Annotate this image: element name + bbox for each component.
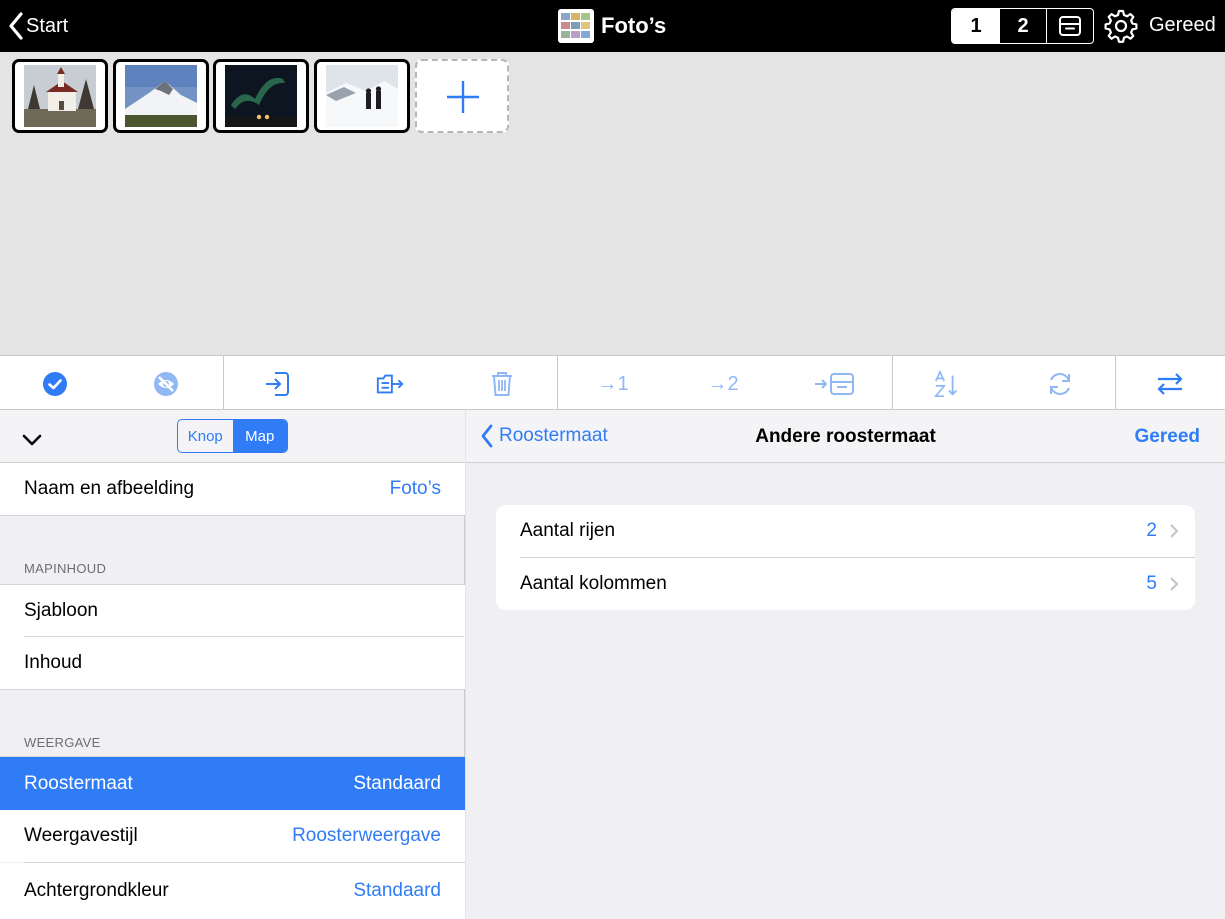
- photo-thumbnail[interactable]: [213, 59, 309, 133]
- template-label: Sjabloon: [24, 600, 98, 621]
- section-header-mapinhoud: MAPINHOUD: [24, 561, 107, 576]
- template-row[interactable]: Sjabloon: [0, 585, 465, 637]
- swap-icon: [1157, 373, 1183, 395]
- select-all-button[interactable]: [40, 369, 70, 399]
- display-style-label: Weergavestijl: [24, 825, 138, 846]
- move-to-archive-button[interactable]: [814, 369, 856, 399]
- settings-button[interactable]: [1102, 7, 1140, 45]
- mountain-image: [125, 65, 197, 127]
- archive-button[interactable]: [1047, 9, 1093, 43]
- folder-thumbnail-icon: [558, 9, 594, 43]
- edit-toolbar: →1 →2: [0, 355, 1225, 410]
- church-image: [24, 65, 96, 127]
- move-to-1-icon: →1: [597, 372, 629, 395]
- grid-size-card: Aantal rijen 2 Aantal kolommen 5: [496, 505, 1195, 610]
- delete-button[interactable]: [487, 369, 517, 399]
- type-segmented-control: Knop Map: [177, 419, 288, 453]
- detail-header: Roostermaat Andere roostermaat Gereed: [466, 410, 1225, 463]
- move-to-2-icon: →2: [707, 372, 739, 395]
- folder-title: Foto’s: [558, 9, 666, 43]
- export-button[interactable]: [375, 369, 405, 399]
- columns-value: 5: [1146, 573, 1157, 594]
- columns-row[interactable]: Aantal kolommen 5: [496, 558, 1195, 610]
- back-label: Start: [26, 14, 69, 37]
- import-button[interactable]: [262, 369, 292, 399]
- hide-icon: [154, 372, 178, 396]
- sort-button[interactable]: [932, 369, 962, 399]
- background-color-row[interactable]: Achtergrondkleur Standaard: [0, 863, 465, 919]
- page-2-button[interactable]: 2: [1000, 9, 1047, 43]
- settings-panel: Knop Map Naam en afbeelding Foto’s MAPIN…: [0, 410, 465, 919]
- page-title: Foto’s: [601, 13, 667, 38]
- content-row[interactable]: Inhoud: [0, 637, 465, 689]
- plus-icon: [447, 81, 479, 113]
- hide-button[interactable]: [151, 369, 181, 399]
- snow-walkers-image: [326, 65, 398, 127]
- check-circle-icon: [43, 372, 67, 396]
- refresh-button[interactable]: [1045, 369, 1075, 399]
- photo-thumbnail[interactable]: [12, 59, 108, 133]
- page-1-button[interactable]: 1: [952, 9, 1000, 43]
- grid-size-row[interactable]: Roostermaat Standaard: [0, 757, 465, 810]
- rows-label: Aantal rijen: [520, 520, 616, 541]
- chevron-left-icon: [9, 12, 23, 40]
- move-to-2-button[interactable]: →2: [705, 369, 741, 399]
- archive-icon: [1059, 16, 1081, 36]
- name-and-image-label: Naam en afbeelding: [24, 478, 195, 499]
- swap-button[interactable]: [1155, 369, 1185, 399]
- detail-panel: Roostermaat Andere roostermaat Gereed Aa…: [466, 410, 1225, 919]
- northern-lights-image: [225, 65, 297, 127]
- page-selector: 1 2: [951, 8, 1094, 44]
- refresh-icon: [1050, 373, 1070, 395]
- import-icon: [266, 372, 289, 396]
- chevron-right-icon: [1170, 524, 1179, 538]
- photo-thumbnail[interactable]: [113, 59, 209, 133]
- collapse-button[interactable]: [20, 428, 44, 452]
- background-color-value: Standaard: [353, 880, 441, 901]
- settings-header: Knop Map: [0, 410, 465, 463]
- back-button[interactable]: Start: [8, 10, 68, 42]
- sort-az-icon: [933, 369, 958, 398]
- chevron-down-icon: [22, 434, 42, 446]
- gear-icon: [1104, 9, 1138, 43]
- segment-map[interactable]: Map: [232, 420, 287, 452]
- display-style-value: Roosterweergave: [292, 825, 441, 846]
- background-color-label: Achtergrondkleur: [24, 880, 169, 901]
- grid-size-label: Roostermaat: [24, 772, 133, 794]
- section-header-weergave: WEERGAVE: [24, 735, 101, 750]
- move-to-1-button[interactable]: →1: [595, 369, 631, 399]
- chevron-right-icon: [1170, 577, 1179, 591]
- done-button[interactable]: Gereed: [1149, 14, 1216, 37]
- rows-row[interactable]: Aantal rijen 2: [496, 505, 1195, 557]
- trash-icon: [492, 372, 512, 396]
- chevron-left-icon: [481, 424, 493, 448]
- export-icon: [376, 374, 404, 394]
- content-label: Inhoud: [24, 652, 83, 673]
- name-and-image-row[interactable]: Naam en afbeelding Foto’s: [0, 463, 465, 515]
- nav-back-button[interactable]: Roostermaat: [480, 424, 608, 448]
- nav-back-label: Roostermaat: [499, 425, 608, 446]
- detail-done-button[interactable]: Gereed: [1135, 426, 1200, 448]
- photo-thumbnail[interactable]: [314, 59, 410, 133]
- display-style-row[interactable]: Weergavestijl Roosterweergave: [0, 810, 465, 862]
- add-button[interactable]: [415, 59, 509, 133]
- button-grid: [0, 52, 1225, 355]
- grid-size-value: Standaard: [353, 772, 441, 794]
- rows-value: 2: [1146, 520, 1157, 541]
- move-to-archive-icon: [815, 373, 854, 395]
- segment-knop[interactable]: Knop: [178, 420, 233, 452]
- columns-label: Aantal kolommen: [520, 573, 667, 594]
- top-bar: Start Foto’s 1 2 Gereed: [0, 0, 1225, 52]
- name-and-image-value: Foto’s: [389, 478, 441, 499]
